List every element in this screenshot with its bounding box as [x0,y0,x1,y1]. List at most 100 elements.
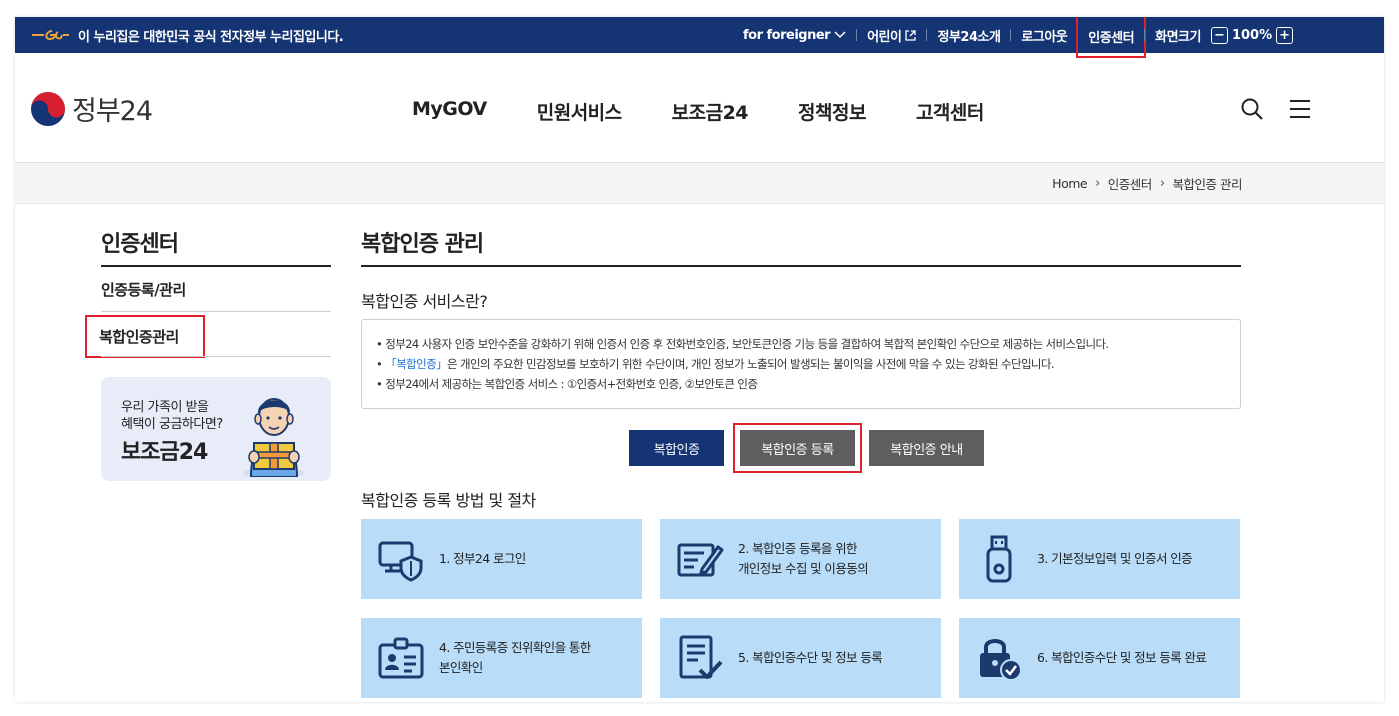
banner-title: 보조금24 [121,440,208,465]
top-utility-links: for foreigner 어린이 정부24소개 로그아웃 인증센터 화면크기 … [743,17,1294,58]
external-link-icon [905,29,917,41]
screen-size-text: 화면크기 [1155,29,1201,45]
zoom-value: 100% [1231,27,1273,43]
breadcrumb-cert-center[interactable]: 인증센터 [1108,174,1153,193]
sidebar-item-cert-register[interactable]: 인증등록/관리 [101,279,331,300]
tab-label: 복합인증 등록 [761,442,834,458]
step-line-1: 1. 정부24 로그인 [439,551,526,566]
step-text: 4. 주민등록증 진위확인을 통한 본인확인 [439,638,591,678]
lock-check-icon [980,639,1022,681]
breadcrumb-current: 복합인증 관리 [1172,177,1243,192]
step-card-6[interactable]: 6. 복합인증수단 및 정보 등록 완료 [959,618,1240,698]
minus-icon: − [1214,27,1225,43]
intro-heading: 복합인증 서비스란? [361,292,488,311]
step-card-2[interactable]: 2. 복합인증 등록을 위한 개인정보 수집 및 이용동의 [660,519,941,599]
steps-grid: 1. 정부24 로그인 2. 복합인증 등록을 위한 개인정보 수집 및 이용동… [361,519,1241,698]
zoom-out-button[interactable]: − [1210,26,1228,44]
steps-heading: 복합인증 등록 방법 및 절차 [361,491,536,510]
step-text: 3. 기본정보입력 및 인증서 인증 [1037,549,1193,569]
tab-composite-auth[interactable]: 복합인증 [629,430,724,466]
info-line-2-highlight: 「복합인증」 [385,357,447,371]
site-header: 정부24 MyGOV 민원서비스 보조금24 정책정보 고객센터 [15,53,1384,163]
logout-link-label: 로그아웃 [1021,29,1068,45]
tab-label: 복합인증 안내 [890,442,963,458]
info-box: • 정부24 사용자 인증 보안수준을 강화하기 위해 인증서 인증 후 전화번… [361,319,1241,409]
breadcrumb: Home › 인증센터 › 복합인증 관리 [1052,163,1242,204]
tab-label: 복합인증 [653,442,700,458]
page-frame: 이 누리집은 대한민국 공식 전자정부 누리집입니다. for foreigne… [15,17,1384,702]
step-line-1: 6. 복합인증수단 및 정보 등록 완료 [1037,650,1207,665]
gov-wing-icon [32,30,69,41]
page-title-line [361,265,1241,267]
breadcrumb-bar: Home › 인증센터 › 복합인증 관리 [15,163,1384,204]
about-link-label: 정부24소개 [937,29,1001,45]
nav-mygov[interactable]: MyGOV [412,98,487,125]
about-link[interactable]: 정부24소개 [937,26,1000,45]
search-icon[interactable] [1240,97,1264,121]
sidebar-title: 인증센터 [101,232,179,257]
info-line-3: • 정부24에서 제공하는 복합인증 서비스 : ①인증서+전화번호 인증, ②… [376,377,758,391]
foreigner-link-label: for foreigner [743,27,831,43]
foreigner-link[interactable]: for foreigner [743,28,846,43]
document-check-icon [679,635,723,679]
cert-center-link[interactable]: 인증센터 [1076,17,1147,58]
taegeuk-logo-icon [31,91,65,126]
gov-notice-text: 이 누리집은 대한민국 공식 전자정부 누리집입니다. [78,29,344,45]
divider [926,29,928,41]
tab-composite-auth-register[interactable]: 복합인증 등록 [733,423,862,473]
site-logo[interactable]: 정부24 [30,89,153,128]
step-line-1: 3. 기본정보입력 및 인증서 인증 [1037,551,1193,566]
zoom-in-button[interactable]: + [1276,26,1294,44]
step-text: 2. 복합인증 등록을 위한 개인정보 수집 및 이용동의 [738,539,869,579]
kids-link[interactable]: 어린이 [867,26,917,45]
subsidy24-banner[interactable]: 우리 가족이 받을 혜택이 궁금하다면? 보조금24 [101,377,331,481]
info-line-1: • 정부24 사용자 인증 보안수준을 강화하기 위해 인증서 인증 후 전화번… [376,337,1109,351]
chevron-right-icon: › [1159,176,1165,191]
sidebar-item-composite-auth[interactable]: 복합인증관리 [85,315,331,358]
tab-composite-auth-guide[interactable]: 복합인증 안내 [869,430,984,466]
plus-icon: + [1279,27,1291,43]
nav-civil-service[interactable]: 민원서비스 [537,98,622,125]
info-line-2: • 「복합인증」은 개인의 주요한 민감정보를 보호하기 위한 수단이며, 개인… [376,357,1055,371]
sidebar-divider [101,311,331,312]
step-line-1: 2. 복합인증 등록을 위한 [738,541,858,556]
nav-policy-info[interactable]: 정책정보 [798,98,866,125]
step-line-2: 개인정보 수집 및 이용동의 [738,561,869,576]
step-line-1: 4. 주민등록증 진위확인을 통한 [439,640,591,655]
step-card-4[interactable]: 4. 주민등록증 진위확인을 통한 본인확인 [361,618,642,698]
divider [856,29,858,41]
sidebar-item-label: 인증등록/관리 [101,281,186,299]
divider [1144,29,1146,41]
menu-icon[interactable] [1288,97,1312,121]
logout-link[interactable]: 로그아웃 [1021,26,1067,45]
zoom-control: − 100% + [1210,26,1294,44]
page-title: 복합인증 관리 [361,232,484,257]
step-text: 1. 정부24 로그인 [439,549,526,569]
step-line-1: 5. 복합인증수단 및 정보 등록 [738,650,883,665]
computer-shield-icon [378,541,423,582]
step-line-2: 본인확인 [439,660,483,675]
id-card-icon [378,637,424,679]
step-card-1[interactable]: 1. 정부24 로그인 [361,519,642,599]
gov-top-bar: 이 누리집은 대한민국 공식 전자정부 누리집입니다. for foreigne… [15,17,1384,58]
sidebar-title-line [101,265,331,267]
divider [1010,29,1012,41]
nav-subsidy24[interactable]: 보조금24 [672,98,749,125]
usb-token-icon [986,535,1012,583]
screen-size-label: 화면크기 [1155,26,1201,45]
sidebar-item-label: 복합인증관리 [85,315,205,358]
nav-customer-center[interactable]: 고객센터 [916,98,984,125]
gov-notice: 이 누리집은 대한민국 공식 전자정부 누리집입니다. [30,17,344,53]
info-line-3-text: 정부24에서 제공하는 복합인증 서비스 : ①인증서+전화번호 인증, ②보안… [385,377,758,391]
chevron-down-icon [834,31,846,39]
cert-center-link-label: 인증센터 [1088,30,1135,46]
step-text: 6. 복합인증수단 및 정보 등록 완료 [1037,648,1207,668]
step-card-3[interactable]: 3. 기본정보입력 및 인증서 인증 [959,519,1240,599]
sidebar-divider [101,356,331,357]
logo-text: 정부24 [72,96,153,127]
step-text: 5. 복합인증수단 및 정보 등록 [738,648,883,668]
breadcrumb-home[interactable]: Home [1052,176,1087,191]
kids-link-label: 어린이 [867,29,902,45]
composite-auth-tabs: 복합인증 복합인증 등록 복합인증 안내 [629,423,984,473]
step-card-5[interactable]: 5. 복합인증수단 및 정보 등록 [660,618,941,698]
